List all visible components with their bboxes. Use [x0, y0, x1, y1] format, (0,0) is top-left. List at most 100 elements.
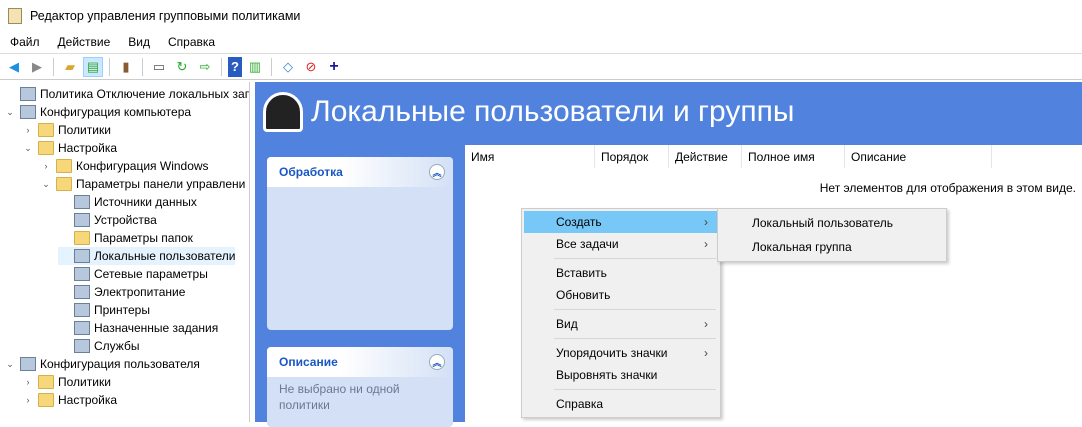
show-hide-tree-icon[interactable]: ▤	[83, 56, 103, 77]
tree-item[interactable]: › Политики	[22, 121, 111, 139]
tree-item-label: Назначенные задания	[94, 321, 219, 335]
tree-item-label: Настройка	[58, 393, 118, 407]
expander-icon[interactable]: ⌄	[4, 359, 16, 370]
context-menu-item[interactable]: Все задачи ›	[524, 233, 718, 255]
expander-icon[interactable]: ›	[40, 161, 52, 171]
tree-item-label: Настройка	[58, 141, 118, 155]
expander-icon[interactable]: ⌄	[40, 179, 52, 190]
tree-item-label: Службы	[94, 339, 140, 353]
expander-icon[interactable]: ⌄	[4, 107, 16, 118]
submenu-arrow-icon: ›	[704, 346, 708, 360]
console-tree[interactable]: Политика Отключение локальных запис ⌄ Конф…	[0, 82, 250, 422]
menu-separator	[554, 258, 716, 259]
menu-label: Локальный пользователь	[752, 216, 894, 230]
tree-item[interactable]: ⌄ Параметры панели управлени	[40, 175, 245, 193]
print-icon[interactable]: ▭	[149, 57, 169, 77]
tree-item-label: Политики	[58, 375, 111, 389]
tree-item[interactable]: Политика Отключение локальных запис	[4, 85, 250, 103]
forward-icon[interactable]: ▶	[27, 57, 47, 77]
expander-icon[interactable]: ⌄	[22, 143, 34, 154]
tree-item-label: Политики	[58, 123, 111, 137]
tree-item-label: Политика Отключение локальных запис	[40, 87, 250, 101]
submenu-arrow-icon: ›	[704, 317, 708, 331]
context-menu-item[interactable]: Вид ›	[524, 313, 718, 335]
menu-label: Вид	[556, 317, 578, 331]
menu-label: Упорядочить значки	[556, 346, 668, 360]
node-icon	[74, 339, 90, 353]
menu-file[interactable]: Файл	[0, 35, 48, 49]
menu-view[interactable]: Вид	[118, 35, 158, 49]
tree-item[interactable]: Электропитание	[58, 283, 185, 301]
expander-icon[interactable]: ›	[22, 377, 34, 387]
context-menu-item[interactable]: Выровнять значки	[524, 364, 718, 386]
col-action[interactable]: Действие	[669, 145, 742, 168]
context-menu-item[interactable]: Обновить	[524, 284, 718, 306]
create-submenu: Локальный пользователь Локальная группа	[717, 208, 947, 262]
node-icon	[74, 195, 90, 209]
node-icon	[20, 87, 36, 101]
menu-action[interactable]: Действие	[48, 35, 119, 49]
tree-item[interactable]: › Настройка	[22, 391, 117, 409]
stop-icon[interactable]: ⊘	[301, 57, 321, 77]
tree-item[interactable]: Принтеры	[58, 301, 150, 319]
node-icon	[74, 267, 90, 281]
description-panel: Описание ︽ Не выбрано ни одной политики	[267, 347, 453, 427]
tree-item[interactable]: › Политики	[22, 373, 111, 391]
menu-label: Локальная группа	[752, 240, 852, 254]
menu-label: Справка	[556, 397, 604, 411]
context-menu-item[interactable]: Создать ›	[524, 211, 718, 233]
col-description[interactable]: Описание	[845, 145, 992, 168]
add-icon[interactable]: +	[324, 57, 344, 77]
tree-item[interactable]: Сетевые параметры	[58, 265, 208, 283]
menu-item-local-group[interactable]: Локальная группа	[720, 235, 944, 259]
expander-icon[interactable]: ›	[22, 125, 34, 135]
tree-item-label: Сетевые параметры	[94, 267, 208, 281]
menu-separator	[554, 389, 716, 390]
tree-item-label: Устройства	[94, 213, 157, 227]
back-icon[interactable]: ◀	[4, 57, 24, 77]
collapse-icon[interactable]: ︽	[429, 354, 445, 370]
tree-item[interactable]: Устройства	[58, 211, 157, 229]
collapse-icon[interactable]: ︽	[429, 164, 445, 180]
menu-item-local-user[interactable]: Локальный пользователь	[720, 211, 944, 235]
tree-item[interactable]: Параметры папок	[58, 229, 193, 247]
clipboard-icon[interactable]: ▮	[116, 57, 136, 77]
tree-item-label: Параметры панели управлени	[76, 177, 246, 191]
col-name[interactable]: Имя	[465, 145, 595, 168]
context-menu-item[interactable]: Вставить	[524, 262, 718, 284]
menu-help[interactable]: Справка	[158, 35, 223, 49]
expander-icon[interactable]: ›	[22, 395, 34, 405]
col-order[interactable]: Порядок	[595, 145, 669, 168]
action-pane-icon[interactable]: ▥	[245, 57, 265, 77]
node-icon	[20, 105, 36, 119]
export-icon[interactable]: ⇨	[195, 57, 215, 77]
tree-item[interactable]: ⌄ Конфигурация пользователя	[4, 355, 200, 373]
tree-item-label: Конфигурация пользователя	[40, 357, 200, 371]
users-icon	[263, 92, 303, 132]
tree-item[interactable]: Источники данных	[58, 193, 197, 211]
menu-label: Создать	[556, 215, 602, 229]
node-icon	[74, 213, 90, 227]
context-menu: Создать › Все задачи › Вставить Обновить Вид › У…	[521, 208, 721, 418]
tree-item[interactable]: Службы	[58, 337, 139, 355]
context-menu-item[interactable]: Справка	[524, 393, 718, 415]
title-bar: Редактор управления групповыми политикам…	[0, 0, 1082, 32]
properties-icon[interactable]: ◇	[278, 57, 298, 77]
tree-item[interactable]: ⌄ Настройка	[22, 139, 117, 157]
context-menu-item[interactable]: Упорядочить значки ›	[524, 342, 718, 364]
tree-item[interactable]: ⌄ Конфигурация компьютера	[4, 103, 191, 121]
tree-item[interactable]: Назначенные задания	[58, 319, 218, 337]
tree-item[interactable]: › Конфигурация Windows	[40, 157, 209, 175]
help-icon[interactable]: ?	[228, 56, 242, 77]
col-fullname[interactable]: Полное имя	[742, 145, 845, 168]
up-folder-icon[interactable]: ▰	[60, 57, 80, 77]
menu-label: Обновить	[556, 288, 611, 302]
tree-item-label: Принтеры	[94, 303, 150, 317]
view-title: Локальные пользователи и группы	[311, 95, 795, 128]
refresh-icon[interactable]: ↻	[172, 57, 192, 77]
folder-icon	[38, 375, 54, 389]
node-icon	[74, 303, 90, 317]
processing-panel: Обработка ︽	[267, 157, 453, 330]
tree-item-label: Электропитание	[94, 285, 186, 299]
tree-item[interactable]: Локальные пользователи	[58, 247, 236, 265]
